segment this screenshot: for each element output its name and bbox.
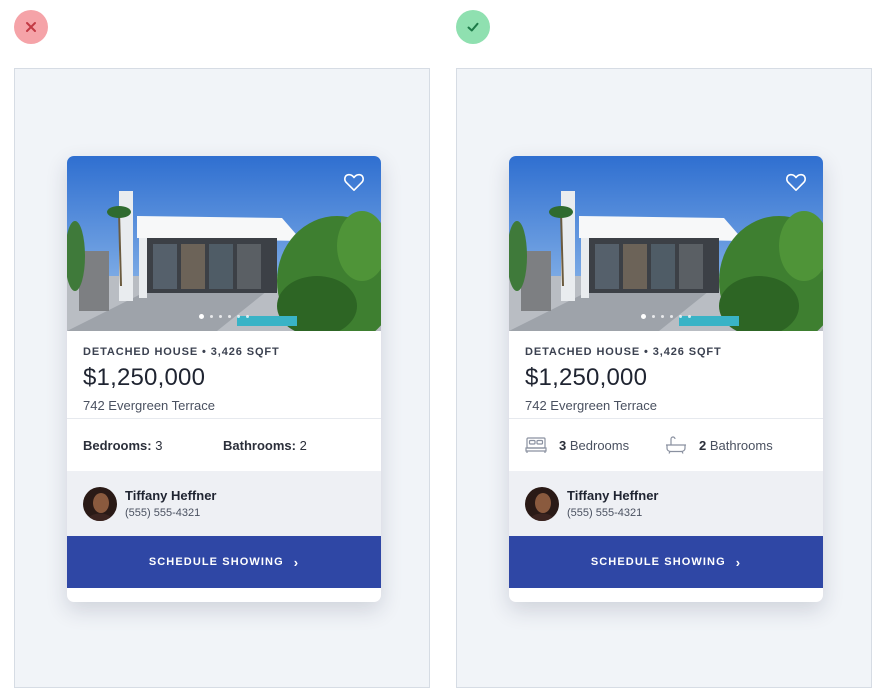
agent-phone[interactable]: (555) 555-4321 [567,507,659,519]
bedrooms-feature: Bedrooms: 3 [83,438,223,453]
property-meta: DETACHED HOUSE • 3,426 SQFT [83,346,280,358]
cta-label: SCHEDULE SHOWING [590,556,726,568]
pager-dot[interactable] [246,315,249,318]
listing-card[interactable]: DETACHED HOUSE • 3,426 SQFT $1,250,000 7… [509,156,823,602]
house-photo [509,156,823,331]
pager-dot[interactable] [661,315,664,318]
bathrooms-label: Bathrooms: [223,437,296,453]
favorite-heart-icon[interactable] [343,172,365,192]
agent-name: Tiffany Heffner [125,488,217,503]
property-price: $1,250,000 [525,364,648,391]
agent-avatar-image [83,486,117,521]
pager-dot[interactable] [219,315,222,318]
photo-pager[interactable] [509,314,823,319]
property-price: $1,250,000 [83,364,206,391]
pager-dot[interactable] [210,315,213,318]
agent-section[interactable]: Tiffany Heffner (555) 555-4321 [67,471,381,536]
bathrooms-value: 2 [699,437,707,453]
avatar [525,486,559,521]
cta-label: SCHEDULE SHOWING [148,556,284,568]
pager-dot[interactable] [228,315,231,318]
agent-name: Tiffany Heffner [567,488,659,503]
bedrooms-label: Bedrooms [569,437,630,453]
bedrooms-feature: 3 Bedrooms [525,436,665,454]
listing-photo[interactable] [67,156,381,331]
agent-avatar-image [525,486,559,521]
photo-pager[interactable] [67,314,381,319]
agent-phone[interactable]: (555) 555-4321 [125,507,217,519]
listing-photo[interactable] [509,156,823,331]
agent-section[interactable]: Tiffany Heffner (555) 555-4321 [509,471,823,536]
bedrooms-value: 3 [559,437,567,453]
listing-info: DETACHED HOUSE • 3,426 SQFT $1,250,000 7… [67,331,381,419]
chevron-right-icon: › [735,554,742,570]
bed-icon [525,437,547,453]
x-icon [26,22,36,32]
pager-dot[interactable] [652,315,655,318]
pager-dot[interactable] [641,314,646,319]
property-features: 3 Bedrooms 2 Bathrooms [509,419,823,471]
property-meta: DETACHED HOUSE • 3,426 SQFT [525,346,722,358]
bathtub-icon [666,436,686,454]
property-address: 742 Evergreen Terrace [83,398,216,413]
check-icon [467,22,479,32]
house-photo [67,156,381,331]
listing-info: DETACHED HOUSE • 3,426 SQFT $1,250,000 7… [509,331,823,419]
pager-dot[interactable] [670,315,673,318]
good-example-panel: DETACHED HOUSE • 3,426 SQFT $1,250,000 7… [456,68,872,688]
favorite-heart-icon[interactable] [785,172,807,192]
schedule-showing-button[interactable]: SCHEDULE SHOWING › [509,536,823,588]
pager-dot[interactable] [237,315,240,318]
pager-dot[interactable] [679,315,682,318]
property-address: 742 Evergreen Terrace [525,398,658,413]
avatar [83,486,117,521]
bathrooms-value: 2 [299,437,307,453]
listing-card[interactable]: DETACHED HOUSE • 3,426 SQFT $1,250,000 7… [67,156,381,602]
bathrooms-label: Bathrooms [709,437,773,453]
pager-dot[interactable] [688,315,691,318]
bathrooms-feature: 2 Bathrooms [665,436,773,454]
schedule-showing-button[interactable]: SCHEDULE SHOWING › [67,536,381,588]
pager-dot[interactable] [199,314,204,319]
bedrooms-label: Bedrooms: [83,437,152,453]
property-features: Bedrooms: 3 Bathrooms: 2 [67,419,381,471]
chevron-right-icon: › [293,554,300,570]
bathrooms-feature: Bathrooms: 2 [223,438,307,453]
bedrooms-value: 3 [155,437,163,453]
bad-example-badge [14,10,48,44]
bad-example-panel: DETACHED HOUSE • 3,426 SQFT $1,250,000 7… [14,68,430,688]
good-example-badge [456,10,490,44]
